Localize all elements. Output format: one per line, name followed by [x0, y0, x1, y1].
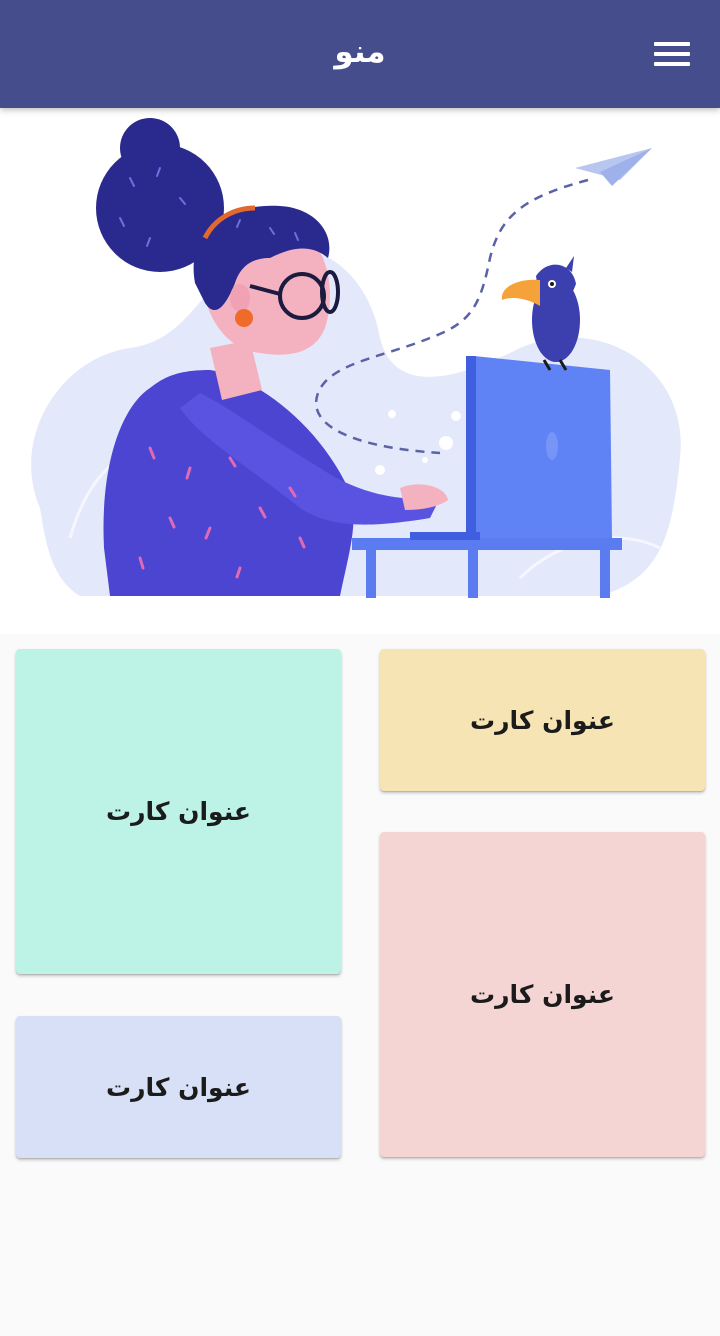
- hamburger-menu-icon[interactable]: [640, 26, 704, 82]
- app-title: منو: [334, 34, 386, 70]
- illustration-image: [31, 118, 681, 598]
- card-title: عنوان کارت: [469, 705, 615, 735]
- card[interactable]: عنوان کارت: [16, 649, 341, 974]
- card-title: عنوان کارت: [105, 797, 251, 826]
- card[interactable]: عنوان کارت: [380, 649, 705, 791]
- card-title: عنوان کارت: [469, 980, 615, 1009]
- card[interactable]: عنوان کارت: [16, 1016, 341, 1158]
- hero-carousel[interactable]: [0, 108, 720, 634]
- card[interactable]: عنوان کارت: [380, 832, 705, 1157]
- card-title: عنوان کارت: [105, 1072, 251, 1102]
- app-bar: منو: [0, 0, 720, 108]
